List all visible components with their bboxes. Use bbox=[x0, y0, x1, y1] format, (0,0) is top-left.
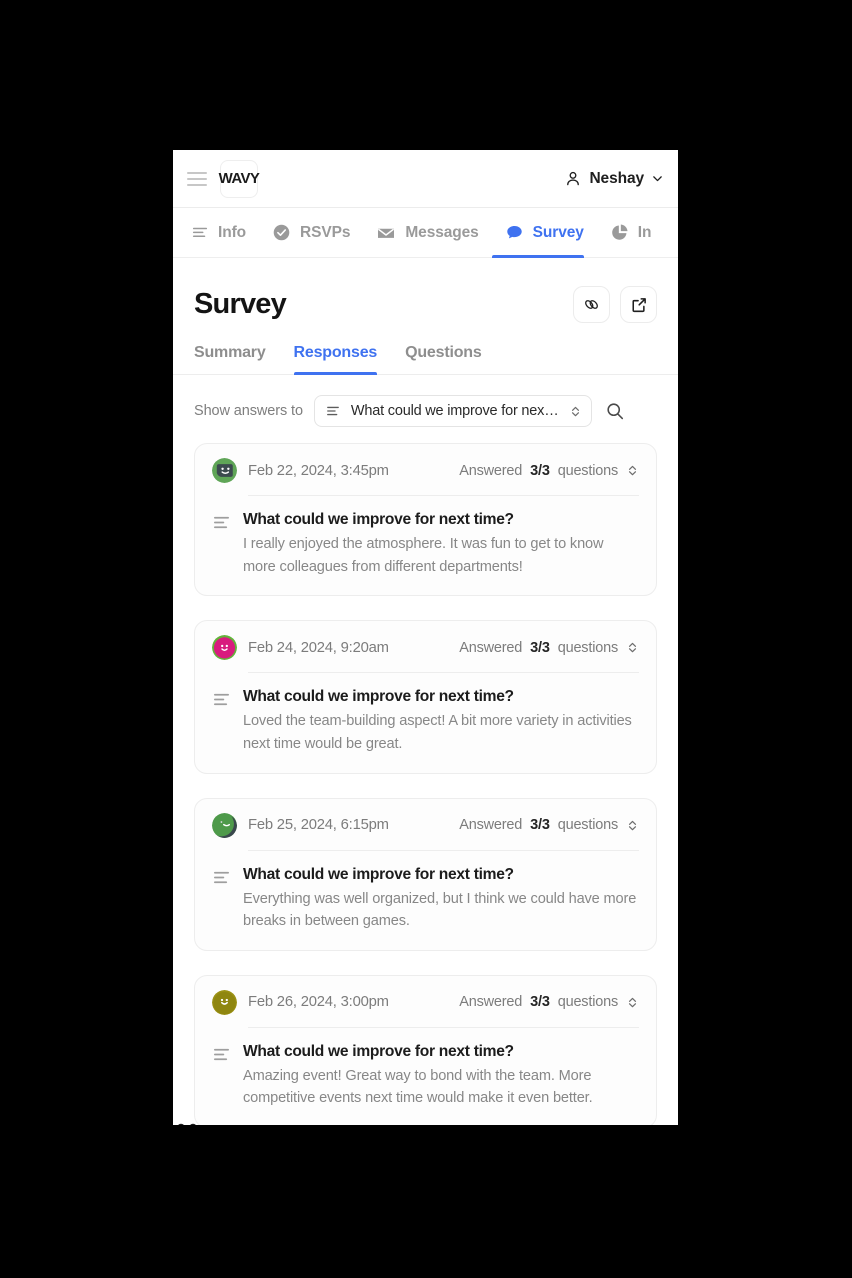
screen: WAVY Neshay Info RSVPs Messages Survey I… bbox=[0, 0, 852, 1278]
chevron-updown-icon bbox=[628, 820, 637, 830]
subtab-responses[interactable]: Responses bbox=[293, 344, 377, 375]
chevron-updown-icon bbox=[571, 406, 579, 416]
pie-chart-icon bbox=[611, 224, 628, 240]
question-row: What could we improve for next time? I r… bbox=[212, 496, 639, 578]
subtab-questions[interactable]: Questions bbox=[405, 344, 482, 374]
open-external-button[interactable] bbox=[620, 286, 657, 323]
subtab-summary[interactable]: Summary bbox=[194, 344, 266, 374]
answered-count-toggle[interactable]: Answered 3/3 questions bbox=[459, 463, 639, 479]
chat-bubble-icon bbox=[506, 225, 522, 239]
main-tab-bar: Info RSVPs Messages Survey In bbox=[173, 208, 678, 258]
answered-prefix: Answered bbox=[459, 994, 523, 1011]
answer-text: Amazing event! Great way to bond with th… bbox=[243, 1067, 593, 1107]
top-bar: WAVY Neshay bbox=[173, 150, 678, 1125]
page-header: Survey bbox=[173, 258, 678, 323]
response-date: Feb 24, 2024, 9:20am bbox=[248, 639, 389, 656]
answered-suffix: questions bbox=[557, 817, 618, 834]
chevron-updown-icon bbox=[628, 643, 637, 653]
avatar bbox=[212, 989, 237, 1015]
response-card-header: Feb 22, 2024, 3:45pm Answered 3/3 questi… bbox=[212, 458, 639, 495]
answered-count: 3/3 bbox=[530, 639, 550, 656]
tab-messages-label: Messages bbox=[405, 223, 479, 241]
response-card[interactable]: Feb 25, 2024, 6:15pm Answered 3/3 questi… bbox=[194, 797, 657, 951]
tab-info-label: Info bbox=[218, 223, 247, 241]
logo-text: WAVY bbox=[218, 170, 260, 187]
response-date: Feb 26, 2024, 3:00pm bbox=[248, 994, 389, 1011]
user-menu[interactable]: Neshay bbox=[564, 170, 664, 188]
tab-messages[interactable]: Messages bbox=[363, 208, 491, 257]
text-lines-icon bbox=[212, 686, 231, 755]
user-name: Neshay bbox=[589, 169, 644, 187]
answered-suffix: questions bbox=[557, 639, 618, 656]
sub-tab-bar: Summary Responses Questions bbox=[173, 344, 678, 375]
tab-info[interactable]: Info bbox=[191, 208, 259, 257]
tab-insights-label: In bbox=[637, 223, 652, 241]
response-card-header: Feb 25, 2024, 6:15pm Answered 3/3 questi… bbox=[212, 812, 639, 850]
app-viewport: WAVY Neshay Info RSVPs Messages Survey I… bbox=[173, 150, 678, 1125]
answered-count: 3/3 bbox=[530, 817, 550, 834]
question-title: What could we improve for next time? bbox=[243, 865, 514, 883]
question-row: What could we improve for next time? Lov… bbox=[212, 673, 639, 755]
answered-prefix: Answered bbox=[459, 817, 523, 834]
tab-insights[interactable]: In bbox=[597, 208, 665, 257]
answered-count: 3/3 bbox=[530, 994, 550, 1011]
tab-rsvps[interactable]: RSVPs bbox=[259, 208, 363, 257]
chevron-updown-icon bbox=[628, 465, 637, 476]
question-select-value: What could we improve for next… bbox=[350, 403, 559, 419]
question-select[interactable]: What could we improve for next… bbox=[313, 395, 592, 427]
chevron-down-icon bbox=[653, 176, 662, 182]
response-card[interactable]: Feb 24, 2024, 9:20am Answered 3/3 questi… bbox=[194, 620, 657, 774]
question-row: What could we improve for next time? Ama… bbox=[212, 1028, 639, 1110]
answered-prefix: Answered bbox=[459, 639, 523, 656]
answered-suffix: questions bbox=[557, 994, 618, 1011]
answered-count-toggle[interactable]: Answered 3/3 questions bbox=[459, 994, 639, 1010]
avatar bbox=[212, 458, 237, 483]
response-date: Feb 22, 2024, 3:45pm bbox=[248, 462, 389, 479]
text-lines-icon bbox=[212, 1041, 231, 1110]
answered-count: 3/3 bbox=[530, 462, 550, 479]
answered-count-toggle[interactable]: Answered 3/3 questions bbox=[459, 640, 639, 656]
answered-suffix: questions bbox=[557, 462, 618, 479]
link-icon bbox=[585, 300, 598, 309]
response-list: Feb 22, 2024, 3:45pm Answered 3/3 questi… bbox=[173, 427, 678, 1125]
answered-count-toggle[interactable]: Answered 3/3 questions bbox=[459, 817, 639, 833]
filter-label: Show answers to bbox=[194, 403, 303, 419]
page-title: Survey bbox=[194, 288, 287, 320]
text-lines-icon bbox=[212, 509, 231, 578]
wavy-logo[interactable]: WAVY bbox=[178, 159, 260, 1125]
tab-survey[interactable]: Survey bbox=[491, 208, 597, 258]
page-header-actions bbox=[573, 286, 657, 323]
response-card[interactable]: Feb 26, 2024, 3:00pm Answered 3/3 questi… bbox=[194, 974, 657, 1125]
chevron-updown-icon bbox=[628, 997, 637, 1008]
search-button[interactable] bbox=[603, 399, 627, 423]
copy-link-button[interactable] bbox=[573, 286, 610, 323]
question-row: What could we improve for next time? Eve… bbox=[212, 851, 639, 933]
tab-survey-label: Survey bbox=[532, 223, 584, 241]
logo-wave-icon bbox=[178, 1123, 196, 1125]
answered-prefix: Answered bbox=[459, 462, 523, 479]
person-icon bbox=[567, 171, 580, 185]
text-lines-icon bbox=[327, 406, 339, 416]
question-title: What could we improve for next time? bbox=[243, 1042, 514, 1060]
question-title: What could we improve for next time? bbox=[243, 511, 514, 528]
answer-text: Everything was well organized, but I thi… bbox=[243, 890, 637, 930]
avatar bbox=[212, 635, 237, 661]
search-icon bbox=[607, 403, 623, 420]
response-card-header: Feb 24, 2024, 9:20am Answered 3/3 questi… bbox=[212, 635, 639, 672]
answer-text: I really enjoyed the atmosphere. It was … bbox=[243, 536, 604, 575]
envelope-icon bbox=[378, 228, 395, 238]
response-date: Feb 25, 2024, 6:15pm bbox=[248, 817, 389, 834]
response-card-header: Feb 26, 2024, 3:00pm Answered 3/3 questi… bbox=[212, 989, 639, 1027]
external-link-icon bbox=[631, 297, 646, 312]
answer-text: Loved the team-building aspect! A bit mo… bbox=[243, 713, 632, 752]
tab-rsvps-label: RSVPs bbox=[300, 223, 351, 241]
text-lines-icon bbox=[192, 227, 208, 237]
avatar bbox=[212, 812, 237, 838]
check-circle-icon bbox=[273, 224, 290, 241]
question-title: What could we improve for next time? bbox=[243, 688, 514, 706]
text-lines-icon bbox=[212, 864, 231, 933]
hamburger-icon[interactable] bbox=[187, 171, 207, 186]
filter-row: Show answers to What could we improve fo… bbox=[173, 375, 678, 427]
response-card[interactable]: Feb 22, 2024, 3:45pm Answered 3/3 questi… bbox=[194, 443, 657, 597]
